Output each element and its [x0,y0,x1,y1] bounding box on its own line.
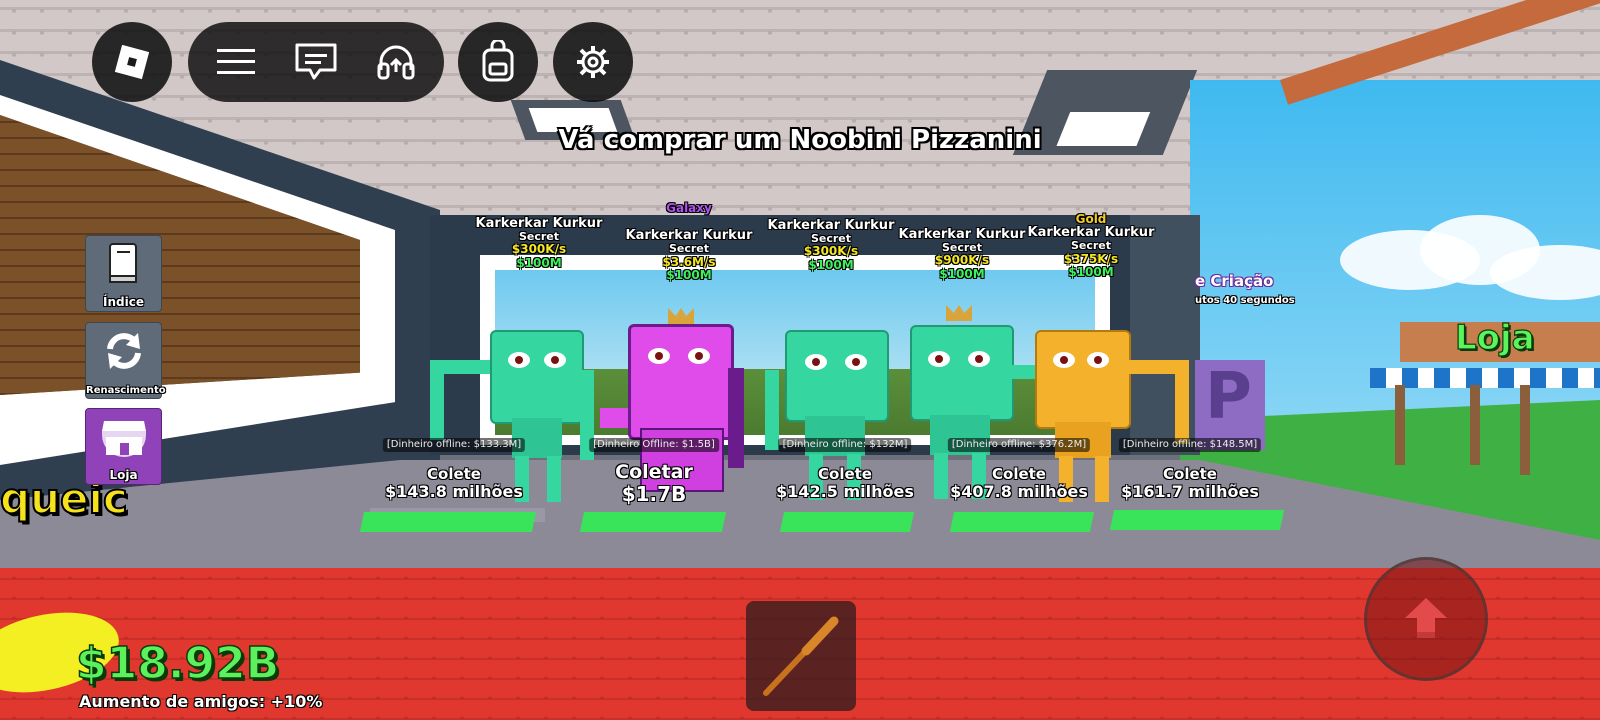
collect-pad[interactable] [1109,510,1285,530]
settings-button[interactable] [553,22,633,102]
objective-text: Vá comprar um Noobini Pizzanini [558,125,1042,155]
collect-pad[interactable] [949,512,1095,532]
rebirth-button[interactable]: Renascimento [85,322,166,399]
brainrot-billboard: Karkerkar Kurkur Secret $300K/s $100M [767,218,895,272]
collect-label[interactable]: [Dinheiro offline: $133.3M] Colete $143.… [382,433,526,501]
collect-pad[interactable] [779,512,915,532]
tool-slot-bat[interactable] [746,601,856,711]
collect-label[interactable]: [Dinheiro offline: $132M] Colete $142.5 … [776,433,914,501]
money-counter: $18.92B [75,637,280,690]
collect-label[interactable]: [Dinheiro offline: $376.2M] Colete $407.… [947,433,1091,501]
roblox-menu-button[interactable] [92,22,172,102]
refresh-icon [107,333,141,369]
brainrot-billboard: Galaxy Karkerkar Kurkur Secret $3.6M/s $… [625,201,753,282]
chat-bubble-icon[interactable] [292,38,340,86]
book-icon [109,243,137,283]
jump-button[interactable] [1364,557,1488,681]
collect-pad[interactable] [579,512,727,532]
backpack-icon [482,40,514,82]
backpack-button[interactable] [458,22,538,102]
collect-label[interactable]: [Dinheiro offline: $148.5M] Colete $161.… [1118,433,1262,501]
creation-timer: utos 40 segundos [1195,295,1295,306]
collect-label[interactable]: [Dinheiro Offline: $1.5B] Coletar $1.7B [589,433,719,506]
topbar-pill [188,22,444,102]
friends-boost: Aumento de amigos: +10% [79,692,323,711]
headset-icon[interactable] [372,38,420,86]
storefront-icon [102,421,146,457]
index-button[interactable]: Índice [85,235,162,312]
hamburger-menu-icon[interactable] [212,38,260,86]
roblox-logo-icon [114,44,150,80]
brainrot-billboard: Gold Karkerkar Kurkur Secret $375K/s $10… [1027,212,1155,279]
gear-icon [577,46,609,78]
up-arrow-icon [1405,598,1447,638]
shop-label: Loja [1454,317,1535,358]
baseball-bat-icon [763,616,839,696]
brainrot-billboard: Karkerkar Kurkur Secret $900K/s $100M [898,227,1026,281]
shop-button[interactable]: Loja [85,408,162,485]
brainrot-billboard: Karkerkar Kurkur Secret $300K/s $100M [475,216,603,270]
creation-sign: e Criação [1195,272,1274,290]
collect-pad[interactable] [359,512,537,532]
